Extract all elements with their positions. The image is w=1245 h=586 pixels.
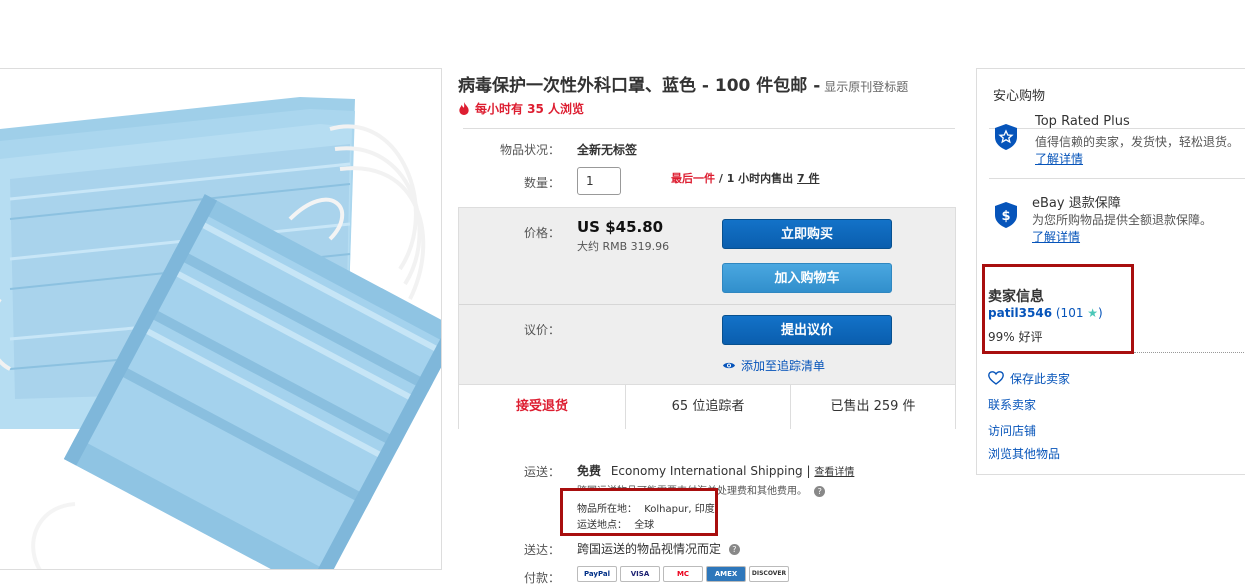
heart-icon xyxy=(988,371,1004,385)
amex-logo: AMEX xyxy=(706,566,746,582)
shipping-method: Economy International Shipping | xyxy=(610,464,811,478)
visa-logo: VISA xyxy=(620,566,660,582)
seller-dotted-divider xyxy=(1134,352,1244,353)
help-icon[interactable]: ? xyxy=(728,544,740,555)
money-back-learn-more-link[interactable]: 了解详情 xyxy=(1032,228,1080,245)
top-rated-shield-icon xyxy=(995,124,1017,150)
price-value: US $45.80 xyxy=(577,218,664,236)
money-back-title: eBay 退款保障 xyxy=(1032,196,1121,211)
item-location-label: 物品所在地： xyxy=(577,504,637,515)
visit-store-link[interactable]: 访问店铺 xyxy=(988,422,1036,439)
see-other-items-link[interactable]: 浏览其他物品 xyxy=(988,445,1060,462)
sold-separator: / xyxy=(715,172,727,185)
positive-feedback: 99% 好评 xyxy=(988,330,1043,344)
price-divider xyxy=(459,304,955,305)
help-icon[interactable]: ? xyxy=(814,486,826,497)
add-to-cart-button[interactable]: 加入购物车 xyxy=(722,263,892,293)
contact-seller-link[interactable]: 联系卖家 xyxy=(988,396,1036,413)
payment-label: 付款： xyxy=(523,571,560,585)
availability-note: 最后一件 / 1 小时内售出 7 件 xyxy=(671,170,820,186)
mastercard-logo: MC xyxy=(663,566,703,582)
shipping-free: 免费 xyxy=(577,464,602,478)
seller-name-link[interactable]: patil3546 xyxy=(988,306,1052,320)
delivery-label: 送达： xyxy=(523,543,560,557)
trust-divider xyxy=(989,178,1245,179)
views-indicator: 每小时有 35 人浏览 xyxy=(458,100,584,117)
price-label: 价格： xyxy=(523,226,560,240)
top-rated-learn-more-link[interactable]: 了解详情 xyxy=(1035,150,1083,167)
title-divider xyxy=(463,128,955,129)
item-location-row: 物品所在地： Kolhapur, 印度 xyxy=(577,500,715,515)
shipping-line: 免费 Economy International Shipping | 查看详情 xyxy=(577,462,854,479)
price-approx: 大约 RMB 319.96 xyxy=(577,240,670,253)
feedback-star-icon: ★ xyxy=(1087,306,1099,320)
paypal-logo: PayPal xyxy=(577,566,617,582)
stats-row: 接受退货 65 位追踪者 已售出 259 件 xyxy=(459,384,955,429)
listing-title: 病毒保护一次性外科口罩、蓝色 - 100 件包邮 - 显示原刊登标题 xyxy=(458,71,908,96)
product-image[interactable] xyxy=(0,69,441,569)
sold-count-link[interactable]: 7 件 xyxy=(797,172,819,185)
condition-label: 物品状况： xyxy=(499,143,560,157)
sold-count: 已售出 259 件 xyxy=(830,399,916,414)
returns-accepted: 接受退货 xyxy=(515,399,568,414)
buy-now-button[interactable]: 立即购买 xyxy=(722,219,892,249)
eye-icon xyxy=(723,362,735,369)
shop-with-confidence-header: 安心购物 xyxy=(993,89,1046,104)
add-to-watchlist-link[interactable]: 添加至追踪清单 xyxy=(723,357,825,374)
listing-title-text: 病毒保护一次性外科口罩、蓝色 - 100 件包邮 - xyxy=(458,76,821,96)
watchers-count: 65 位追踪者 xyxy=(671,399,745,414)
top-rated-title: Top Rated Plus xyxy=(1035,114,1130,129)
item-location-value: Kolhapur, 印度 xyxy=(644,504,715,515)
sold-prefix: 1 小时内售出 xyxy=(726,172,798,185)
flame-icon xyxy=(459,102,469,115)
save-seller-link[interactable]: 保存此卖家 xyxy=(1010,372,1070,386)
ships-to-value: 全球 xyxy=(634,520,655,531)
ships-to-row: 运送地点： 全球 xyxy=(577,516,654,531)
money-back-shield-icon: $ xyxy=(995,202,1017,228)
add-to-watchlist-text: 添加至追踪清单 xyxy=(741,359,826,373)
shipping-details-link[interactable]: 查看详情 xyxy=(814,467,854,478)
save-seller-row[interactable]: 保存此卖家 xyxy=(988,370,1070,387)
make-offer-button[interactable]: 提出议价 xyxy=(722,315,892,345)
top-rated-desc: 值得信赖的卖家，发货快，轻松退货。 xyxy=(1035,135,1240,149)
views-text: 每小时有 35 人浏览 xyxy=(475,102,585,116)
delivery-value-row: 跨国运送的物品视情况而定 ? xyxy=(577,540,740,557)
quantity-input[interactable]: 1 xyxy=(577,167,621,195)
condition-value: 全新无标签 xyxy=(577,143,638,157)
offer-label: 议价： xyxy=(523,323,560,337)
delivery-value: 跨国运送的物品视情况而定 xyxy=(577,542,722,556)
quantity-label: 数量： xyxy=(523,176,560,190)
svg-text:$: $ xyxy=(1001,209,1010,224)
ships-to-label: 运送地点： xyxy=(577,520,627,531)
money-back-desc: 为您所购物品提供全额退款保障。 xyxy=(1032,213,1213,227)
seller-info-header: 卖家信息 xyxy=(988,289,1044,305)
seller-name-row: patil3546 (101 ★) xyxy=(988,306,1103,320)
last-one-text: 最后一件 xyxy=(671,172,715,185)
discover-logo: DISCOVER xyxy=(749,566,789,582)
feedback-score-open[interactable]: (101 xyxy=(1052,306,1087,320)
shipping-label: 运送： xyxy=(523,465,560,479)
feedback-score-close: ) xyxy=(1098,306,1103,320)
show-original-title-link[interactable]: 显示原刊登标题 xyxy=(824,80,908,94)
product-image-panel[interactable] xyxy=(0,68,442,570)
